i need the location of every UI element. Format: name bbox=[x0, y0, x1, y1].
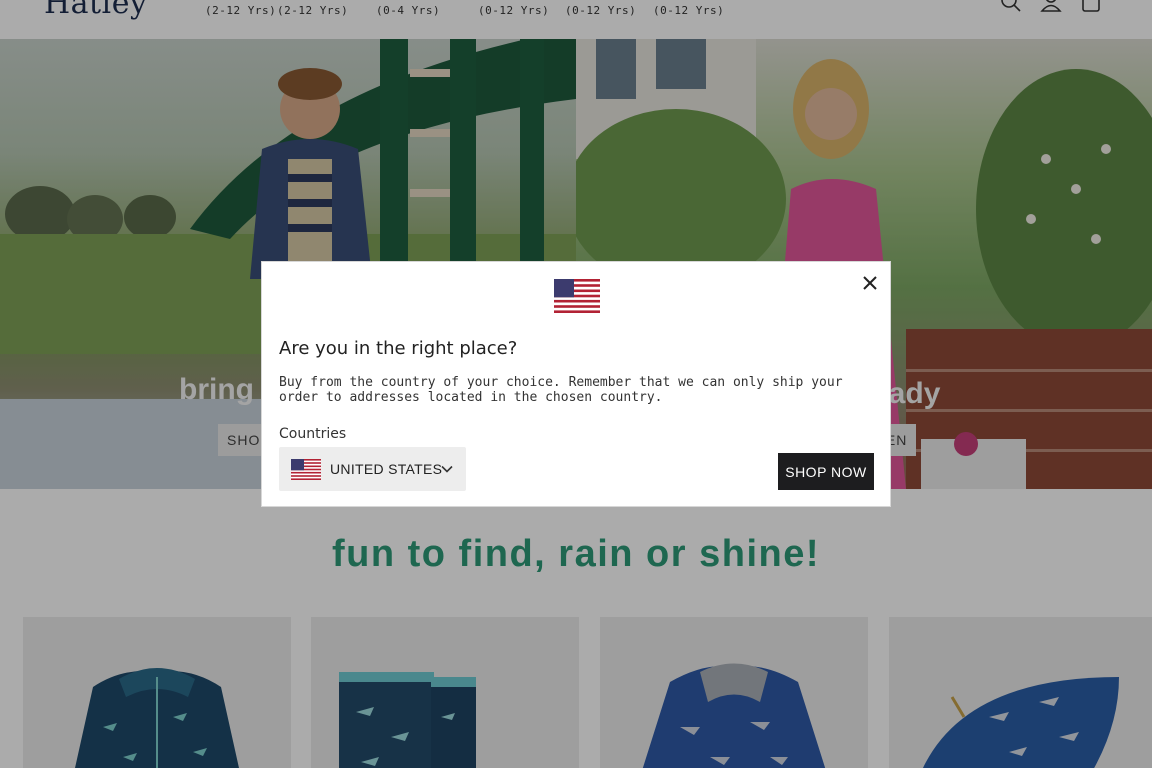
modal-message: Buy from the country of your choice. Rem… bbox=[279, 375, 843, 405]
country-dropdown[interactable]: UNITED STATES bbox=[279, 447, 466, 491]
us-flag-icon bbox=[291, 459, 321, 480]
shop-now-button[interactable]: SHOP NOW bbox=[778, 453, 874, 490]
close-icon[interactable] bbox=[862, 275, 878, 291]
page: Hatley (2-12 Yrs) (2-12 Yrs) (0-4 Yrs) (… bbox=[0, 0, 1152, 768]
modal-title: Are you in the right place? bbox=[279, 338, 518, 359]
chevron-down-icon bbox=[441, 465, 453, 473]
country-selector-modal: Are you in the right place? Buy from the… bbox=[261, 261, 891, 507]
selected-country: UNITED STATES bbox=[330, 461, 443, 477]
us-flag-icon bbox=[554, 279, 600, 313]
countries-label: Countries bbox=[279, 426, 347, 442]
